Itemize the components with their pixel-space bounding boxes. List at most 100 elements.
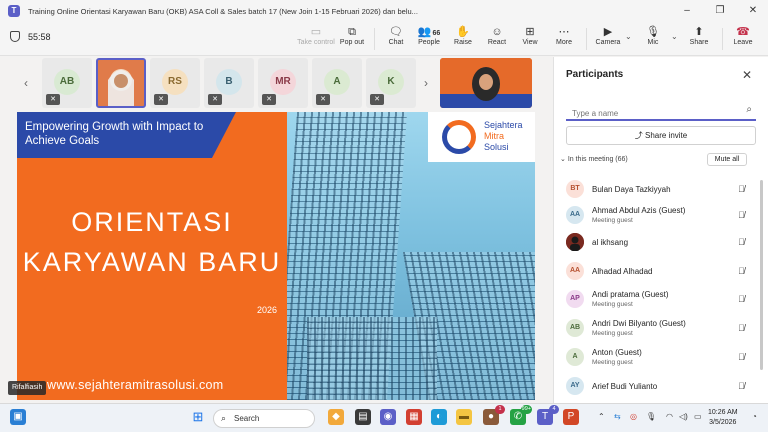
participant-role: Meeting guest bbox=[592, 217, 633, 224]
scroll-right-icon[interactable]: › bbox=[424, 76, 428, 90]
mic-off-icon: ✕ bbox=[154, 94, 168, 105]
mic-options-chevron-icon[interactable]: ⌄ bbox=[671, 32, 678, 41]
slide-banner-tail bbox=[212, 112, 236, 158]
participant-row[interactable]: BT Bulan Daya Tazkiyyah 🎙̸ bbox=[566, 177, 761, 203]
pop-out-label: Pop out bbox=[339, 39, 365, 46]
taskbar-search[interactable]: ⌕ Search bbox=[213, 409, 315, 428]
file-explorer-icon[interactable]: ▬ bbox=[456, 409, 472, 425]
share-invite-button[interactable]: ⤴ Share invite bbox=[566, 126, 756, 145]
participant-row[interactable]: AA Alhadad Alhadad 🎙̸ bbox=[566, 259, 761, 285]
close-window-button[interactable]: ✕ bbox=[738, 0, 768, 22]
mute-all-button[interactable]: Mute all bbox=[707, 153, 747, 166]
participant-search[interactable]: ⌕ bbox=[566, 103, 756, 122]
notification-badge: 1 bbox=[495, 405, 505, 414]
whatsapp-icon[interactable]: ✆ 99+ bbox=[510, 405, 532, 425]
panel-scrollbar[interactable] bbox=[760, 180, 763, 370]
participant-search-input[interactable] bbox=[566, 105, 731, 122]
participant-tile-video[interactable] bbox=[96, 58, 146, 108]
participant-tile[interactable]: B ✕ bbox=[204, 58, 254, 108]
wifi-icon[interactable]: ◠ bbox=[666, 412, 673, 421]
participant-name: Anton (Guest) bbox=[592, 348, 642, 357]
store-icon[interactable]: ▦ bbox=[406, 409, 422, 425]
tray-app-icon[interactable]: ⇆ bbox=[614, 412, 621, 421]
window-title: Training Online Orientasi Karyawan Baru … bbox=[28, 6, 418, 16]
mic-button[interactable]: 🎙 Mic bbox=[633, 25, 673, 46]
chat-app-icon[interactable]: ◉ bbox=[380, 409, 396, 425]
participant-tile[interactable]: MR ✕ bbox=[258, 58, 308, 108]
camera-label: Camera bbox=[595, 39, 621, 46]
toolbar-divider bbox=[374, 28, 375, 50]
participant-row[interactable]: al ikhsang 🎙̸ bbox=[566, 230, 761, 256]
slide-website: www.sejahteramitrasolusi.com bbox=[47, 378, 224, 392]
share-label: Share bbox=[689, 39, 709, 46]
battery-icon[interactable]: ▭ bbox=[694, 412, 702, 421]
meeting-toolbar: 55:58 ▭ Take control ⧉ Pop out 🗨 Chat 👥6… bbox=[0, 22, 768, 56]
participant-name: Ahmad Abdul Azis (Guest) bbox=[592, 206, 686, 215]
maximize-button[interactable]: ❐ bbox=[705, 0, 735, 22]
react-label: React bbox=[487, 39, 507, 46]
participant-tile[interactable]: A ✕ bbox=[312, 58, 362, 108]
clock-date: 3/5/2026 bbox=[709, 419, 737, 426]
notifications-bell-icon[interactable]: ◔ bbox=[752, 412, 757, 421]
teams-icon[interactable]: T 4 bbox=[537, 405, 559, 425]
leave-button[interactable]: ☎ Leave bbox=[723, 25, 763, 46]
tray-chevron-up-icon[interactable]: ⌃ bbox=[598, 412, 605, 421]
widgets-icon[interactable]: ▣ bbox=[10, 409, 26, 425]
window-title-bar: T Training Online Orientasi Karyawan Bar… bbox=[0, 0, 768, 22]
take-control-label: Take control bbox=[297, 39, 335, 46]
mic-off-icon: 🎙̸ bbox=[738, 237, 745, 247]
participant-name: Alhadad Alhadad bbox=[592, 267, 653, 276]
participant-row[interactable]: AY Arief Budi Yulianto 🎙̸ bbox=[566, 374, 761, 400]
mic-off-icon: ✕ bbox=[46, 94, 60, 105]
close-panel-icon[interactable]: ✕ bbox=[742, 68, 752, 82]
take-control-button[interactable]: ▭ Take control bbox=[296, 25, 336, 46]
avatar: AB bbox=[54, 69, 80, 95]
participant-tile[interactable]: AB ✕ bbox=[42, 58, 92, 108]
participant-video-icon bbox=[108, 69, 134, 106]
volume-icon[interactable]: ◁) bbox=[679, 412, 688, 421]
logo-text: Sejahtera Mitra Solusi bbox=[484, 120, 523, 153]
tray-app-icon[interactable]: ◎ bbox=[630, 412, 637, 421]
mic-off-icon: 🎙 bbox=[646, 26, 660, 38]
mic-off-icon: 🎙̸ bbox=[738, 294, 745, 304]
taskbar-clock[interactable]: 10:26 AM 3/5/2026 bbox=[708, 408, 738, 428]
people-label: People bbox=[418, 39, 440, 46]
avatar: AY bbox=[566, 377, 584, 395]
task-view-icon[interactable]: ▤ bbox=[355, 409, 371, 425]
self-video-icon bbox=[440, 58, 532, 108]
mic-off-icon: 🎙̸ bbox=[738, 381, 745, 391]
participant-row[interactable]: AB Andri Dwi Bilyanto (Guest) Meeting gu… bbox=[566, 316, 761, 342]
app-icon[interactable]: ● 1 bbox=[483, 405, 505, 425]
app-icon[interactable]: ◆ bbox=[328, 409, 344, 425]
participant-row[interactable]: AA Ahmad Abdul Azis (Guest) Meeting gues… bbox=[566, 203, 761, 229]
section-label: In this meeting (66) bbox=[567, 156, 628, 163]
powerpoint-icon[interactable]: P bbox=[563, 409, 579, 425]
in-meeting-section-toggle[interactable]: ⌄ In this meeting (66) bbox=[560, 155, 628, 163]
shield-icon bbox=[10, 31, 20, 42]
leave-icon: ☎ bbox=[736, 26, 750, 38]
self-video-tile[interactable] bbox=[440, 58, 532, 108]
pop-out-button[interactable]: ⧉ Pop out bbox=[332, 25, 372, 46]
take-control-icon: ▭ bbox=[310, 26, 322, 38]
logo-line2: Mitra bbox=[484, 131, 504, 141]
participant-row[interactable]: A Anton (Guest) Meeting guest 🎙̸ bbox=[566, 345, 761, 371]
search-icon: ⌕ bbox=[221, 413, 227, 423]
minimize-button[interactable]: – bbox=[672, 0, 702, 22]
participant-name: Andi pratama (Guest) bbox=[592, 290, 669, 299]
tray-mic-icon[interactable]: 🎙 bbox=[646, 412, 656, 421]
avatar: K bbox=[378, 69, 404, 95]
more-button[interactable]: ⋯ More bbox=[544, 25, 584, 46]
mic-off-icon: ✕ bbox=[262, 94, 276, 105]
camera-button[interactable]: ▶ Camera bbox=[588, 25, 628, 46]
avatar: A bbox=[324, 69, 350, 95]
camera-options-chevron-icon[interactable]: ⌄ bbox=[625, 32, 632, 41]
notification-badge: 4 bbox=[549, 405, 559, 414]
edge-icon[interactable]: ◐ bbox=[431, 409, 447, 425]
participant-tile[interactable]: K ✕ bbox=[366, 58, 416, 108]
avatar: RS bbox=[162, 69, 188, 95]
participant-tile[interactable]: RS ✕ bbox=[150, 58, 200, 108]
pop-out-icon: ⧉ bbox=[348, 26, 356, 38]
share-button[interactable]: ⬆ Share bbox=[679, 25, 719, 46]
start-icon[interactable]: ⊞ bbox=[190, 409, 206, 425]
participant-row[interactable]: AP Andi pratama (Guest) Meeting guest 🎙̸ bbox=[566, 287, 761, 313]
